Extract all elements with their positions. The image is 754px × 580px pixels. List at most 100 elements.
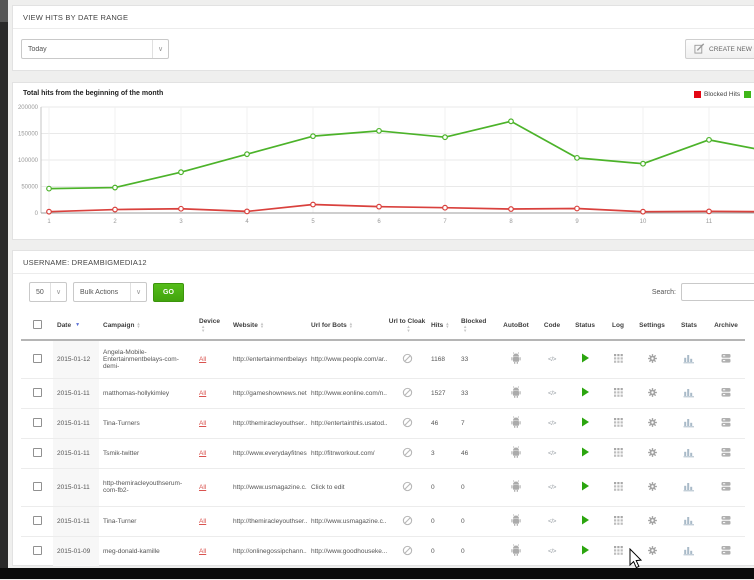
device-all-link[interactable]: All bbox=[199, 420, 206, 427]
archive-stack-icon[interactable] bbox=[720, 453, 732, 460]
sort-desc-icon[interactable]: ▼ bbox=[75, 322, 80, 328]
sort-icon[interactable]: ▴▾ bbox=[446, 322, 448, 329]
prohibited-icon[interactable] bbox=[402, 423, 413, 430]
log-grid-icon[interactable] bbox=[613, 487, 624, 494]
page-size-select[interactable]: 50 ∨ bbox=[29, 282, 67, 302]
archive-stack-icon[interactable] bbox=[720, 423, 732, 430]
code-icon[interactable]: </> bbox=[548, 356, 556, 363]
android-robot-icon[interactable] bbox=[511, 487, 521, 494]
archive-stack-icon[interactable] bbox=[720, 393, 732, 400]
go-button[interactable]: GO bbox=[153, 283, 184, 302]
column-header-bot: AutoBot bbox=[495, 312, 537, 340]
sort-icon[interactable]: ▴▾ bbox=[407, 325, 409, 332]
code-icon[interactable]: </> bbox=[548, 390, 556, 397]
android-robot-icon[interactable] bbox=[511, 551, 521, 558]
url-for-bots-cell: http://entertainthis.usatod... bbox=[307, 408, 387, 438]
select-all-checkbox[interactable] bbox=[33, 320, 42, 329]
android-robot-icon[interactable] bbox=[511, 393, 521, 400]
column-header-date[interactable]: Date▼ bbox=[53, 312, 99, 340]
prohibited-icon[interactable] bbox=[402, 487, 413, 494]
column-header-hits[interactable]: Hits▴▾ bbox=[427, 312, 457, 340]
gear-icon[interactable] bbox=[647, 521, 658, 528]
log-grid-icon[interactable] bbox=[613, 453, 624, 460]
device-all-link[interactable]: All bbox=[199, 356, 206, 363]
bar-chart-icon[interactable] bbox=[683, 551, 695, 558]
bar-chart-icon[interactable] bbox=[683, 359, 695, 366]
row-checkbox[interactable] bbox=[33, 546, 42, 555]
code-icon[interactable]: </> bbox=[548, 548, 556, 555]
column-header-log: Log bbox=[603, 312, 633, 340]
log-grid-icon[interactable] bbox=[613, 359, 624, 366]
android-robot-icon[interactable] bbox=[511, 423, 521, 430]
prohibited-icon[interactable] bbox=[402, 551, 413, 558]
device-all-link[interactable]: All bbox=[199, 518, 206, 525]
row-checkbox[interactable] bbox=[33, 418, 42, 427]
bar-chart-icon[interactable] bbox=[683, 423, 695, 430]
column-header-url_for_bots[interactable]: Url for Bots▴▾ bbox=[307, 312, 387, 340]
bulk-actions-select[interactable]: Bulk Actions ∨ bbox=[73, 282, 147, 302]
row-checkbox[interactable] bbox=[33, 388, 42, 397]
date-range-select[interactable]: Today ∨ bbox=[21, 39, 169, 59]
gear-icon[interactable] bbox=[647, 359, 658, 366]
svg-text:50000: 50000 bbox=[21, 185, 38, 191]
sort-icon[interactable]: ▴▾ bbox=[464, 325, 466, 332]
prohibited-icon[interactable] bbox=[402, 453, 413, 460]
search-input[interactable] bbox=[681, 283, 754, 301]
gear-icon[interactable] bbox=[647, 393, 658, 400]
prohibited-icon[interactable] bbox=[402, 521, 413, 528]
bar-chart-icon[interactable] bbox=[683, 453, 695, 460]
play-icon[interactable] bbox=[581, 452, 590, 459]
play-icon[interactable] bbox=[581, 486, 590, 493]
archive-stack-icon[interactable] bbox=[720, 521, 732, 528]
code-icon[interactable]: </> bbox=[548, 518, 556, 525]
log-grid-icon[interactable] bbox=[613, 551, 624, 558]
code-icon[interactable]: </> bbox=[548, 450, 556, 457]
sort-icon[interactable]: ▴▾ bbox=[350, 322, 352, 329]
gear-icon[interactable] bbox=[647, 487, 658, 494]
play-icon[interactable] bbox=[581, 550, 590, 557]
device-all-link[interactable]: All bbox=[199, 548, 206, 555]
row-checkbox[interactable] bbox=[33, 354, 42, 363]
row-checkbox[interactable] bbox=[33, 516, 42, 525]
play-icon[interactable] bbox=[581, 392, 590, 399]
row-checkbox[interactable] bbox=[33, 448, 42, 457]
bar-chart-icon[interactable] bbox=[683, 487, 695, 494]
gear-icon[interactable] bbox=[647, 551, 658, 558]
log-grid-icon[interactable] bbox=[613, 393, 624, 400]
device-all-link[interactable]: All bbox=[199, 390, 206, 397]
gear-icon[interactable] bbox=[647, 423, 658, 430]
column-header-campaign[interactable]: Campaign▴▾ bbox=[99, 312, 195, 340]
url-for-bots-cell[interactable]: Click to edit bbox=[307, 468, 387, 506]
sort-icon[interactable]: ▴▾ bbox=[137, 322, 139, 329]
play-icon[interactable] bbox=[581, 358, 590, 365]
code-icon[interactable]: </> bbox=[548, 484, 556, 491]
column-header-website[interactable]: Website▴▾ bbox=[229, 312, 307, 340]
create-new-campaign-button[interactable]: CREATE NEW CAMPAIGN bbox=[685, 39, 754, 59]
log-grid-icon[interactable] bbox=[613, 423, 624, 430]
sort-icon[interactable]: ▴▾ bbox=[202, 325, 204, 332]
device-all-link[interactable]: All bbox=[199, 484, 206, 491]
bar-chart-icon[interactable] bbox=[683, 521, 695, 528]
sort-icon[interactable]: ▴▾ bbox=[261, 322, 263, 329]
column-header-label: Status bbox=[575, 322, 595, 329]
log-grid-icon[interactable] bbox=[613, 521, 624, 528]
android-robot-icon[interactable] bbox=[511, 453, 521, 460]
column-header-blocked[interactable]: Blocked▴▾ bbox=[457, 312, 495, 340]
play-icon[interactable] bbox=[581, 520, 590, 527]
archive-stack-icon[interactable] bbox=[720, 551, 732, 558]
gear-icon[interactable] bbox=[647, 453, 658, 460]
archive-stack-icon[interactable] bbox=[720, 359, 732, 366]
bar-chart-icon[interactable] bbox=[683, 393, 695, 400]
prohibited-icon[interactable] bbox=[402, 393, 413, 400]
prohibited-icon[interactable] bbox=[402, 359, 413, 366]
row-checkbox[interactable] bbox=[33, 482, 42, 491]
play-icon[interactable] bbox=[581, 422, 590, 429]
android-robot-icon[interactable] bbox=[511, 521, 521, 528]
archive-stack-icon[interactable] bbox=[720, 487, 732, 494]
blocked-cell: 33 bbox=[457, 378, 495, 408]
column-header-device[interactable]: Device▴▾ bbox=[195, 312, 229, 340]
android-robot-icon[interactable] bbox=[511, 359, 521, 366]
column-header-cloak[interactable]: Url to Cloak▴▾ bbox=[387, 312, 427, 340]
code-icon[interactable]: </> bbox=[548, 420, 556, 427]
device-all-link[interactable]: All bbox=[199, 450, 206, 457]
